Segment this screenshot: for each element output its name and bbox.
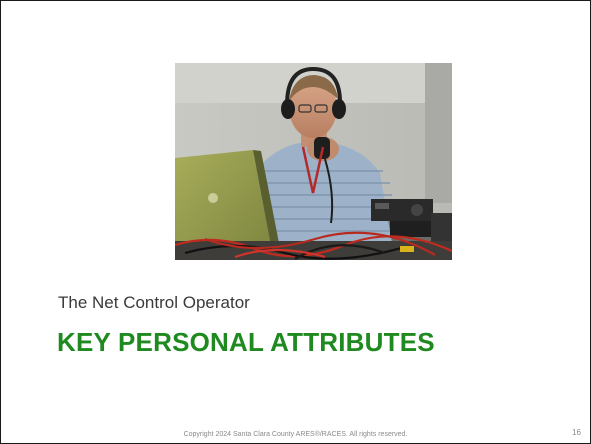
slide-subtitle: The Net Control Operator [58,293,250,312]
radio-operator-photo [175,63,452,260]
slide: The Net Control Operator KEY PERSONAL AT… [0,0,591,444]
slide-title: KEY PERSONAL ATTRIBUTES [57,327,435,357]
page-number: 16 [572,428,581,437]
copyright-footer: Copyright 2024 Santa Clara County ARES®/… [183,431,408,438]
